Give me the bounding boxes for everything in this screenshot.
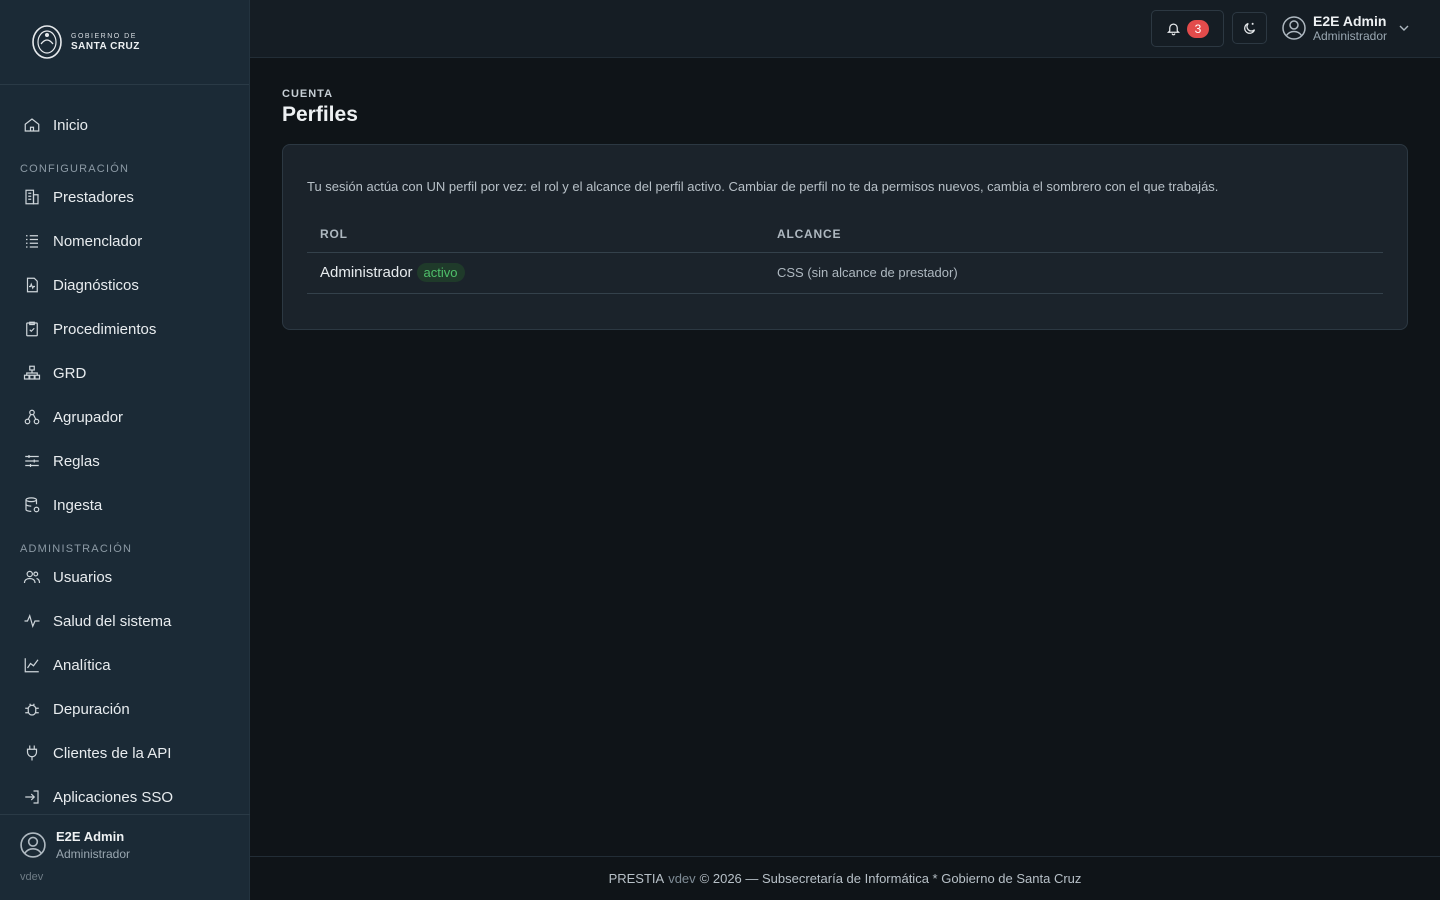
column-header-rol: ROL [307,216,764,253]
column-header-alcance: ALCANCE [764,216,1383,253]
sidebar-item-label: Nomenclador [53,232,143,250]
sidebar-item-agrupador[interactable]: Agrupador [0,395,249,439]
scope-cell: CSS (sin alcance de prestador) [764,252,1383,294]
brand-logo: GOBIERNO DE SANTA CRUZ [31,24,140,60]
brand[interactable]: GOBIERNO DE SANTA CRUZ [0,0,249,85]
footer-app-name: PRESTIA [608,871,665,886]
activity-icon [24,613,40,629]
plug-icon [26,745,38,761]
sidebar-item-label: GRD [53,364,87,382]
sidebar-item-label: Usuarios [53,568,113,586]
brand-line2: SANTA CRUZ [71,40,140,52]
sidebar-item-label: Agrupador [53,408,124,426]
sidebar-item-inicio[interactable]: Inicio [0,103,249,147]
main-content: CUENTA Perfiles Tu sesión actúa con UN p… [282,88,1408,330]
profiles-description: Tu sesión actúa con UN perfil por vez: e… [307,179,1219,194]
moon-icon [1244,22,1256,34]
file-pulse-icon [26,277,38,293]
avatar-icon [20,832,46,858]
database-icon [25,497,40,513]
chevron-down-icon [1399,25,1409,31]
sidebar-item-analitica[interactable]: Analítica [0,643,249,687]
sidebar-nav: Inicio CONFIGURACIÓN Prestadores Nomencl… [0,85,249,819]
sidebar-item-reglas[interactable]: Reglas [0,439,249,483]
sidebar-user-name: E2E Admin [56,829,125,844]
table-row[interactable]: Administrador activo CSS (sin alcance de … [307,252,1383,294]
sidebar-item-usuarios[interactable]: Usuarios [0,555,249,599]
sidebar-item-label: Analítica [53,656,111,674]
avatar-icon [1282,16,1306,40]
page-footer: PRESTIA vdev © 2026 — Subsecretaría de I… [250,856,1440,900]
sidebar-item-label: Inicio [53,116,89,134]
notifications-badge: 3 [1187,19,1209,38]
sliders-icon [25,455,39,467]
home-icon [24,118,40,132]
role-name: Administrador [320,264,413,281]
bell-icon [1166,23,1181,36]
sidebar-version: vdev [20,871,44,883]
sidebar-item-ingesta[interactable]: Ingesta [0,483,249,527]
topbar-user-name: E2E Admin [1313,13,1387,29]
group-icon [24,409,40,425]
sidebar-item-label: Prestadores [53,188,134,206]
nav-section-title: CONFIGURACIÓN [20,163,130,175]
seal-icon [32,25,62,59]
sidebar-item-api-clients[interactable]: Clientes de la API [0,731,249,775]
profiles-card: Tu sesión actúa con UN perfil por vez: e… [282,144,1408,330]
clipboard-check-icon [26,321,38,337]
chart-line-icon [24,658,39,673]
user-menu[interactable]: E2E Admin Administrador [1282,14,1409,42]
brand-line1: GOBIERNO DE [71,32,137,40]
list-icon [26,235,38,248]
sidebar-item-nomenclador[interactable]: Nomenclador [0,219,249,263]
status-badge: activo [416,263,465,282]
sidebar-item-prestadores[interactable]: Prestadores [0,175,249,219]
users-icon [23,570,41,584]
nav-section-title: ADMINISTRACIÓN [20,543,133,555]
sidebar-item-label: Diagnósticos [53,276,139,294]
sidebar-item-label: Depuración [53,700,130,718]
theme-toggle-button[interactable] [1232,12,1267,44]
sidebar-item-label: Ingesta [53,496,103,514]
footer-version: vdev [668,871,696,886]
footer-text: © 2026 — Subsecretaría de Informática * … [699,871,1082,886]
sidebar-item-grd[interactable]: GRD [0,351,249,395]
sidebar-item-label: Reglas [53,452,100,470]
sidebar-item-depuracion[interactable]: Depuración [0,687,249,731]
sidebar-item-diagnosticos[interactable]: Diagnósticos [0,263,249,307]
sidebar: GOBIERNO DE SANTA CRUZ Inicio CONFIGURAC… [0,0,250,900]
topbar: 3 E2E Admin Administrador [250,0,1440,58]
sidebar-item-procedimientos[interactable]: Procedimientos [0,307,249,351]
sidebar-item-label: Procedimientos [53,320,157,338]
role-cell: Administrador activo [307,252,764,294]
sidebar-item-label: Clientes de la API [53,744,172,762]
sidebar-item-label: Salud del sistema [53,612,172,630]
notifications-button[interactable]: 3 [1151,10,1224,47]
page-eyebrow: CUENTA [282,88,334,100]
sidebar-user-role: Administrador [56,847,131,861]
hierarchy-icon [23,365,41,380]
topbar-user-role: Administrador [1313,29,1388,43]
sidebar-user-panel: E2E Admin Administrador vdev [0,814,250,900]
page-title: Perfiles [282,103,358,126]
profiles-table: ROL ALCANCE Administrador activo CSS (sin… [307,216,1383,294]
sidebar-item-label: Aplicaciones SSO [53,788,174,806]
sidebar-user[interactable]: E2E Admin Administrador [0,815,250,861]
sidebar-item-salud[interactable]: Salud del sistema [0,599,249,643]
building-icon [25,189,39,205]
sidebar-item-sso[interactable]: Aplicaciones SSO [0,775,249,819]
bug-icon [25,703,39,716]
login-icon [25,790,39,804]
